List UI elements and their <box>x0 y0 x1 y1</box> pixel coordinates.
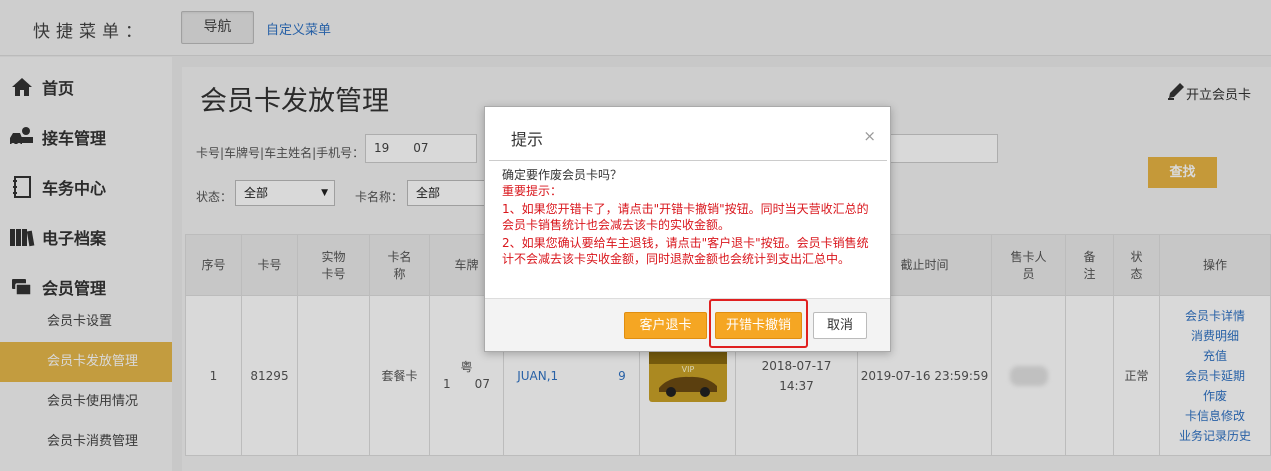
void-card-dialog: 提示 × 确定要作废会员卡吗？ 重要提示： 1、如果您开错卡了，请点击"开错卡撤… <box>484 106 891 352</box>
dialog-notice-2: 2、如果您确认要给车主退钱，请点击"客户退卡"按钮。会员卡销售统计不会减去该卡实… <box>502 236 869 266</box>
dialog-body: 确定要作废会员卡吗？ 重要提示： 1、如果您开错卡了，请点击"开错卡撤销"按钮。… <box>502 167 872 267</box>
dialog-notice-1: 1、如果您开错卡了，请点击"开错卡撤销"按钮。同时当天营收汇总的会员卡销售统计也… <box>502 202 869 232</box>
dialog-question: 确定要作废会员卡吗？ <box>502 168 623 182</box>
dialog-title: 提示 <box>511 130 544 149</box>
dialog-footer: 客户退卡 开错卡撤销 取消 <box>485 298 890 351</box>
close-icon[interactable]: × <box>863 127 876 145</box>
dialog-notice-title: 重要提示： <box>502 184 563 198</box>
customer-refund-button[interactable]: 客户退卡 <box>624 312 707 339</box>
dialog-divider <box>489 160 887 161</box>
cancel-button[interactable]: 取消 <box>813 312 867 339</box>
undo-wrong-card-button[interactable]: 开错卡撤销 <box>715 312 802 339</box>
